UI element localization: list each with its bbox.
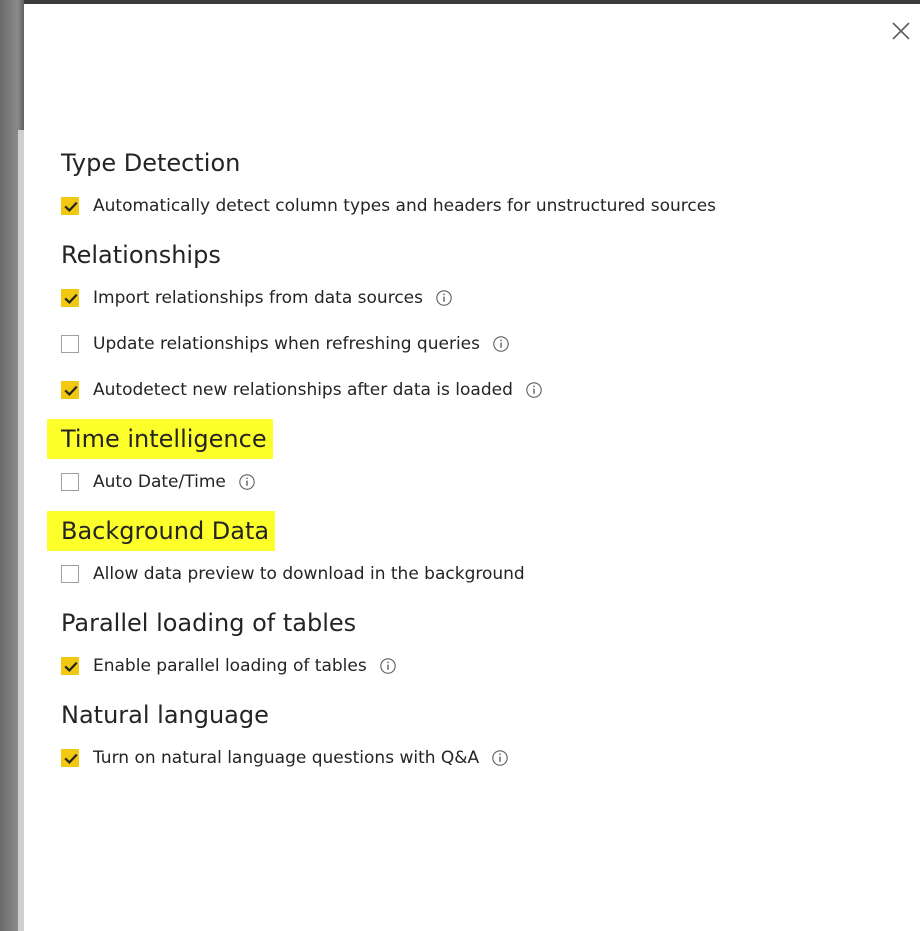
info-icon[interactable]: [491, 749, 509, 767]
section-heading: Time intelligence: [47, 419, 273, 459]
option-row: Automatically detect column types and he…: [61, 183, 881, 229]
option-row: Import relationships from data sources: [61, 275, 881, 321]
info-icon[interactable]: [492, 335, 510, 353]
section-time-intelligence: Time intelligence Auto Date/Time: [47, 419, 881, 505]
info-icon[interactable]: [238, 473, 256, 491]
section-heading: Type Detection: [61, 149, 241, 177]
info-icon[interactable]: [525, 381, 543, 399]
option-label[interactable]: Update relationships when refreshing que…: [93, 334, 480, 354]
checkbox-unchecked[interactable]: [61, 473, 79, 491]
section-natural-language: Natural language Turn on natural language…: [61, 695, 881, 781]
checkbox-checked[interactable]: [61, 381, 79, 399]
section-heading: Natural language: [61, 701, 269, 729]
option-label[interactable]: Allow data preview to download in the ba…: [93, 564, 525, 584]
option-row: Auto Date/Time: [61, 459, 881, 505]
section-parallel-loading-of-tables: Parallel loading of tables Enable paralle…: [61, 603, 881, 689]
close-icon: [892, 22, 910, 40]
checkbox-checked[interactable]: [61, 289, 79, 307]
option-row: Autodetect new relationships after data …: [61, 367, 881, 413]
checkbox-checked[interactable]: [61, 197, 79, 215]
info-icon[interactable]: [379, 657, 397, 675]
option-row: Update relationships when refreshing que…: [61, 321, 881, 367]
info-icon[interactable]: [435, 289, 453, 307]
section-background-data: Background Data Allow data preview to dow…: [47, 511, 881, 597]
section-heading: Background Data: [47, 511, 276, 551]
option-row: Allow data preview to download in the ba…: [61, 551, 881, 597]
checkbox-unchecked[interactable]: [61, 335, 79, 353]
checkbox-checked[interactable]: [61, 749, 79, 767]
section-heading: Parallel loading of tables: [61, 609, 357, 637]
option-label[interactable]: Autodetect new relationships after data …: [93, 380, 513, 400]
option-label[interactable]: Import relationships from data sources: [93, 288, 423, 308]
section-type-detection: Type Detection Automatically detect colum…: [61, 143, 881, 229]
option-row: Turn on natural language questions with …: [61, 735, 881, 781]
section-relationships: Relationships Import relationships from d…: [61, 235, 881, 413]
options-content: Type Detection Automatically detect colum…: [47, 143, 881, 787]
option-label[interactable]: Enable parallel loading of tables: [93, 656, 367, 676]
checkbox-checked[interactable]: [61, 657, 79, 675]
checkbox-unchecked[interactable]: [61, 565, 79, 583]
option-row: Enable parallel loading of tables: [61, 643, 881, 689]
close-button[interactable]: [887, 17, 915, 45]
option-label[interactable]: Turn on natural language questions with …: [93, 748, 479, 768]
option-label[interactable]: Automatically detect column types and he…: [93, 196, 716, 216]
option-label[interactable]: Auto Date/Time: [93, 472, 226, 492]
section-heading: Relationships: [61, 241, 221, 269]
